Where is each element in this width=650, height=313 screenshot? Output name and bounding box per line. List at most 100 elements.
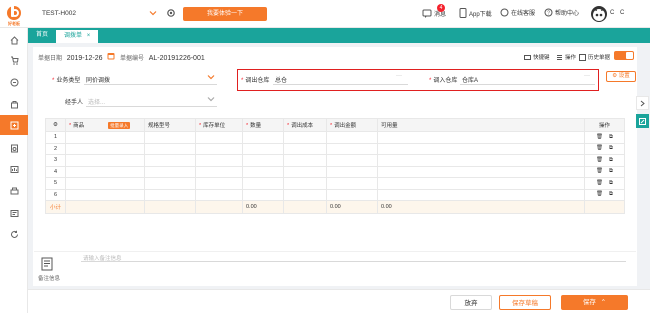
copy-icon[interactable]: ⧉ [609, 145, 613, 152]
history-toggle[interactable] [614, 51, 634, 60]
more-icon[interactable]: ··· [396, 73, 402, 79]
copy-icon[interactable]: ⧉ [609, 168, 613, 175]
calendar-icon[interactable] [107, 52, 115, 60]
delete-icon[interactable]: 🗑 [596, 157, 603, 164]
row-number: 3 [45, 154, 66, 167]
chevron-down-icon[interactable] [207, 95, 215, 103]
out-wh-value[interactable]: 总仓 [275, 75, 287, 84]
in-wh-value[interactable]: 仓库A [462, 75, 478, 84]
history-icon [579, 53, 586, 61]
chevron-down-icon[interactable] [149, 9, 157, 17]
table-row[interactable]: 3 🗑 ⧉ [45, 154, 625, 167]
handler-input[interactable]: 选择... [88, 97, 105, 106]
message-icon [422, 9, 432, 18]
message-count-badge: 4 [437, 4, 445, 12]
tab-home[interactable]: 首页 [28, 28, 56, 43]
home-icon [10, 35, 18, 44]
copy-icon[interactable]: ⧉ [609, 180, 613, 187]
tab-transfer-label: 调拨单 [64, 33, 83, 39]
delete-icon[interactable]: 🗑 [596, 180, 603, 187]
table-row[interactable]: 5 🗑 ⧉ [45, 177, 625, 190]
chevron-up-icon[interactable]: ⌃ [601, 299, 606, 306]
batch-entry-button[interactable]: 批量录入 [108, 122, 131, 129]
col-product: * 商品 批量录入 [65, 118, 145, 132]
svg-text:?: ? [547, 11, 550, 17]
history-link[interactable]: 历史单据 [579, 53, 610, 61]
save-draft-button[interactable]: 保存草稿 [499, 295, 551, 310]
sidebar-item-sync[interactable] [0, 224, 28, 244]
col-ops: 操作 [584, 118, 625, 132]
try-button[interactable]: 我要体验一下 [183, 7, 267, 21]
gear-icon[interactable] [166, 8, 176, 18]
row-number: 5 [45, 177, 66, 190]
app-download-link[interactable]: App下载 [459, 8, 492, 18]
doc-date-value[interactable]: 2019-12-26 [67, 55, 103, 62]
copy-icon[interactable]: ⧉ [609, 134, 613, 141]
sidebar-item-print[interactable] [0, 181, 28, 201]
more-icon[interactable]: ··· [584, 73, 590, 79]
inventory-icon [10, 121, 18, 129]
table-row[interactable]: 1 🗑 ⧉ [45, 131, 625, 144]
sidebar-item-finance[interactable] [0, 138, 28, 158]
copy-icon[interactable]: ⧉ [609, 191, 613, 198]
table-row[interactable]: 2 🗑 ⧉ [45, 142, 625, 155]
sidebar [0, 28, 28, 313]
top-bar: 好老板 TEST-H002 我要体验一下 消息 4 App下载 在线客服 ? 帮… [0, 0, 650, 28]
handler-underline [86, 106, 217, 107]
delete-icon[interactable]: 🗑 [596, 168, 603, 175]
row-number: 6 [45, 188, 66, 201]
save-button[interactable]: 保存 ⌃ [561, 295, 628, 310]
avatar[interactable] [591, 6, 607, 22]
biz-type-value[interactable]: 同价调拨 [86, 75, 110, 84]
table-row[interactable]: 6 🗑 ⧉ [45, 188, 625, 201]
sidebar-item-sales[interactable] [0, 50, 28, 70]
operate-link[interactable]: 操作 [556, 53, 576, 61]
headset-icon [500, 8, 509, 17]
remark-underline [81, 261, 626, 262]
user-name[interactable]: C C [610, 10, 626, 16]
delete-icon[interactable]: 🗑 [596, 134, 603, 141]
service-label: 在线客服 [511, 11, 536, 17]
col-spec: 规格型号 [144, 118, 196, 132]
close-icon[interactable]: × [87, 33, 91, 39]
biz-type-underline [84, 84, 217, 85]
delete-icon[interactable]: 🗑 [596, 191, 603, 198]
edit-icon [639, 117, 646, 125]
sidebar-item-purchase[interactable] [0, 72, 28, 92]
tab-bar: 首页 调拨单 × [28, 28, 650, 43]
sidebar-item-products[interactable] [0, 94, 28, 114]
summary-amount: 0.00 [326, 200, 378, 214]
print-icon [10, 187, 18, 194]
sidebar-item-home[interactable] [0, 30, 28, 50]
handler-label: 经手人 [65, 100, 84, 106]
sidebar-item-settings[interactable] [0, 203, 28, 223]
table-row[interactable]: 4 🗑 ⧉ [45, 165, 625, 178]
store-selector[interactable]: TEST-H002 [42, 10, 76, 17]
sidebar-item-reports[interactable] [0, 159, 28, 179]
side-tool-edit[interactable] [636, 114, 649, 128]
side-tool-expand[interactable] [636, 96, 649, 110]
summary-qty: 0.00 [242, 200, 284, 214]
doc-date: 单据日期 2019-12-26 [38, 53, 103, 62]
cart-icon [10, 56, 19, 65]
col-amount: * 调出金额 [326, 118, 378, 132]
refresh-icon [10, 230, 18, 238]
sidebar-item-inventory[interactable] [0, 115, 28, 135]
chevron-down-icon[interactable] [207, 73, 215, 81]
help-link[interactable]: ? 帮助中心 [544, 8, 579, 17]
remark-section: 备注信息 请输入备注信息 [34, 251, 636, 285]
out-wh-label: * 调出仓库 [241, 78, 270, 84]
list-icon [557, 54, 562, 60]
delete-icon[interactable]: 🗑 [596, 145, 603, 152]
app-logo[interactable]: 好老板 [3, 2, 25, 26]
out-wh-underline [273, 84, 408, 85]
tab-transfer[interactable]: 调拨单 × [56, 30, 99, 43]
doc-number-value: AL-20191226-001 [148, 55, 205, 62]
cancel-button[interactable]: 放弃 [450, 295, 492, 310]
copy-icon[interactable]: ⧉ [609, 157, 613, 164]
shortcut-link[interactable]: 快捷键 [524, 53, 550, 61]
column-settings-icon[interactable]: ⚙ [45, 118, 66, 132]
service-link[interactable]: 在线客服 [500, 8, 535, 17]
doc-number-label: 单据编号 [120, 56, 145, 62]
settings-button[interactable]: ⚙ 设置 [606, 71, 636, 82]
